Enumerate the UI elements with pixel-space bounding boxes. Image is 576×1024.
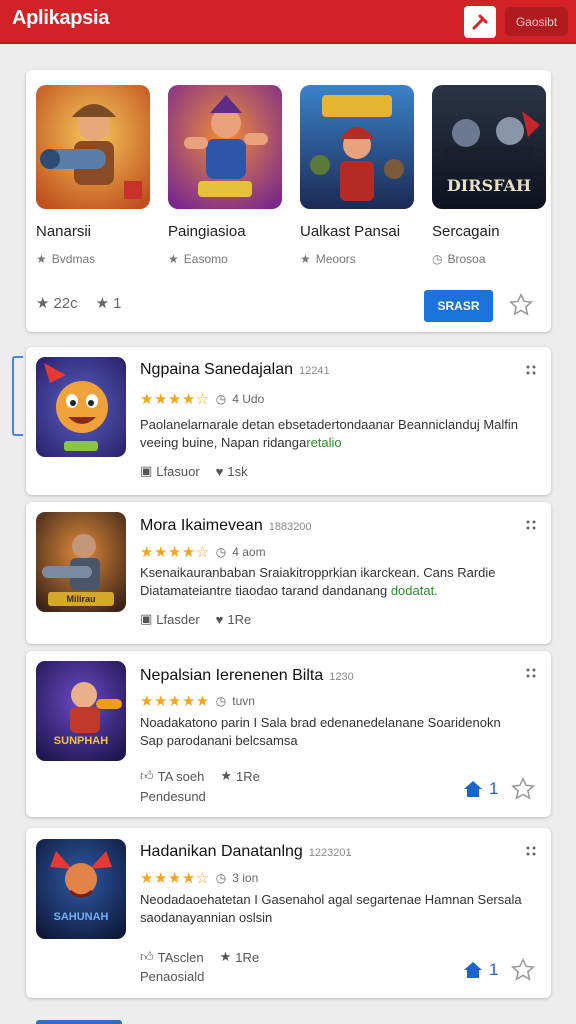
tools-button[interactable] [464, 6, 496, 38]
star-icon: ★ [300, 252, 311, 266]
home-count[interactable]: 1 [463, 960, 498, 980]
featured-item-meta: Meoors [315, 252, 356, 266]
star-icon: ★ [36, 252, 47, 266]
featured-item[interactable]: Ualkast Pansai ★ Meoors [300, 85, 414, 266]
heart-icon: ♥ [215, 463, 224, 479]
clock-icon: ◷ [215, 871, 227, 885]
tools-icon [472, 14, 488, 30]
more-options-icon[interactable] [525, 845, 537, 857]
document-icon: ▣ [140, 463, 153, 478]
featured-item[interactable]: Nanarsii ★ Bvdmas [36, 85, 150, 266]
app-meta: ▣ Lfasuor ♥ 1sk [140, 463, 248, 479]
app-rating: ★★★★☆ ◷ 4 Udo [140, 390, 264, 408]
featured-item-meta: Easomo [183, 252, 228, 266]
featured-item[interactable]: Paingiasioa ★ Easomo [168, 85, 282, 266]
clock-icon: ◷ [215, 392, 227, 406]
app-age: tuvn [232, 694, 255, 708]
game-thumbnail [168, 85, 282, 209]
game-thumbnail [300, 85, 414, 209]
thumbnail-banner: SUNPHAH [53, 735, 109, 747]
app-meta: 👍︎ TA soeh ★ 1Re [140, 768, 260, 784]
app-thumbnail: Milirau [36, 512, 126, 612]
favorite-star-icon[interactable] [508, 292, 534, 318]
rating-stars: ★★★★★ [140, 693, 210, 710]
clock-icon: ◷ [432, 252, 443, 266]
game-thumbnail [36, 85, 150, 209]
app-code: 12241 [299, 365, 330, 377]
more-options-icon[interactable] [525, 519, 537, 531]
thumbs-up-icon: 👍︎ [140, 768, 154, 783]
app-title: Aplikapsia [12, 7, 110, 29]
star-icon: ★ [95, 295, 110, 312]
app-thumbnail: SAHUNAH [36, 839, 126, 939]
next-item-peek [36, 1020, 122, 1024]
app-title: Mora Ikaimevean [140, 517, 263, 534]
more-options-icon[interactable] [525, 364, 537, 376]
favorite-star-icon[interactable] [510, 957, 536, 983]
star-icon: ★ [168, 252, 179, 266]
thumbs-up-icon: 👍︎ [140, 949, 154, 964]
featured-item-name: Ualkast Pansai [300, 223, 401, 240]
featured-item-name: Paingiasioa [168, 223, 246, 240]
app-publisher: Penaosiald [140, 969, 205, 984]
app-description: Ksenaikauranbaban Sraiakitropprkian ikar… [140, 565, 496, 598]
app-age: 4 Udo [232, 392, 265, 406]
featured-item-meta: Brosoa [447, 252, 486, 266]
app-rating: ★★★★★ ◷ tuvn [140, 692, 255, 710]
heart-icon: ♥ [215, 611, 224, 627]
home-icon [464, 962, 482, 978]
rating-stars: ★★★★☆ [140, 391, 210, 408]
app-rating: ★★★★☆ ◷ 4 aom [140, 543, 266, 561]
featured-action-button[interactable]: SRASR [424, 290, 493, 322]
app-code: 1230 [329, 671, 354, 683]
app-age: 3 ion [232, 871, 259, 885]
app-publisher: Pendesund [140, 789, 206, 804]
scroll-indicator [12, 356, 23, 436]
favorite-star-icon[interactable] [510, 776, 536, 802]
featured-stats: ★ 22c ★ 1 [36, 294, 122, 313]
home-icon [464, 781, 482, 797]
star-icon: ★ [36, 295, 50, 312]
thumbnail-banner: SAHUNAH [53, 911, 109, 923]
top-app-bar: Aplikapsia Gaosibt [0, 0, 576, 44]
rating-stars: ★★★★☆ [140, 870, 210, 887]
poster-title: DIRSFAH [446, 176, 532, 195]
featured-item-meta: Bvdmas [51, 252, 96, 266]
app-description: Neodadaoehatetan I Gasenahol agal segart… [140, 892, 522, 925]
rating-stars: ★★★★☆ [140, 544, 210, 561]
app-title: Nepalsian Ierenenen Bilta [140, 667, 324, 684]
app-code: 1883200 [268, 521, 312, 533]
app-title: Hadanikan Danatanlng [140, 843, 303, 860]
more-options-icon[interactable] [525, 667, 537, 679]
home-count[interactable]: 1 [463, 779, 498, 799]
app-meta: 👍︎ TAsclen ★ 1Re [140, 949, 260, 965]
featured-item-name: Sercagain [432, 223, 500, 240]
app-age: 4 aom [232, 545, 266, 559]
thumbnail-banner: Milirau [66, 594, 96, 604]
featured-item-name: Nanarsii [36, 223, 92, 240]
star-icon: ★ [219, 949, 232, 964]
app-meta: ▣ Lfasder ♥ 1Re [140, 611, 252, 627]
clock-icon: ◷ [215, 545, 227, 559]
document-icon: ▣ [140, 611, 153, 626]
app-title: Ngpaina Sanedajalan [140, 361, 294, 378]
game-thumbnail: DIRSFAH [432, 85, 546, 209]
clock-icon: ◷ [215, 694, 227, 708]
featured-item[interactable]: DIRSFAH Sercagain ◷ Brosoa [432, 85, 546, 266]
app-thumbnail [36, 357, 126, 457]
app-description: Noadakatono parin I Sala brad edenanedel… [140, 715, 501, 748]
login-button[interactable]: Gaosibt [505, 7, 568, 36]
app-code: 1223201 [308, 847, 352, 859]
star-icon: ★ [220, 768, 232, 783]
app-description: Paolanelarnarale detan ebsetadertondaana… [140, 417, 518, 450]
app-rating: ★★★★☆ ◷ 3 ion [140, 869, 258, 887]
app-thumbnail: SUNPHAH [36, 661, 126, 761]
